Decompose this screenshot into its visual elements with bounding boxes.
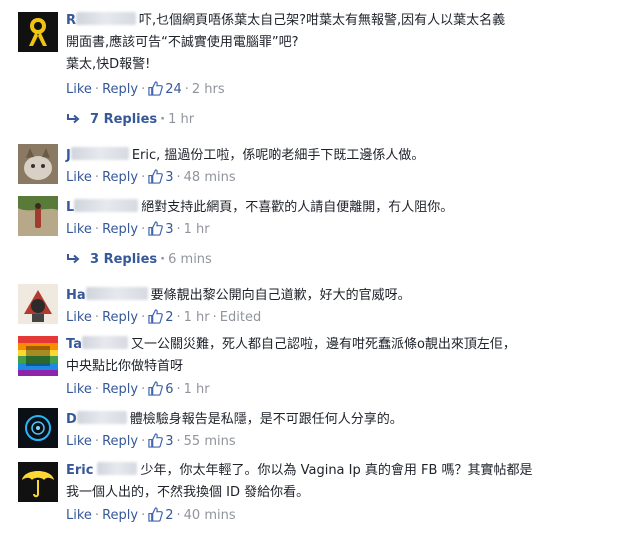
timestamp[interactable]: 1 hr [184,222,210,237]
reply-button[interactable]: Reply [102,170,138,185]
like-button[interactable]: Like [66,170,92,185]
like-count[interactable]: 3 [148,169,174,185]
view-replies-link[interactable]: 7 Replies · 1 hr [66,110,194,130]
comment-actions: Like · Reply · 2 · 40 mins [66,507,236,523]
thumbs-up-icon [148,309,164,324]
comment-text: 我一個人出的，不然我換個 ID 發給你看。 [66,485,310,500]
comment-actions: Like · Reply · 3 · 1 hr [66,221,210,237]
avatar[interactable] [18,462,58,502]
reply-button[interactable]: Reply [102,508,138,523]
comment-text: 要條靚出黎公開向自己道歉，好大的官威呀。 [150,288,411,303]
timestamp[interactable]: 1 hr [184,382,210,397]
avatar[interactable] [18,12,58,52]
comment-text: 少年，你太年輕了。你以為 Vagina Ip 真的會用 FB 嗎？其實帖都是 [140,463,533,478]
like-count[interactable]: 2 [148,309,174,325]
like-count[interactable]: 3 [148,433,174,449]
timestamp: 6 mins [168,252,212,267]
comment-text: 吓,乜個網頁唔係葉太自己架?咁葉太有無報警,因有人以葉太名義 [139,13,506,28]
avatar[interactable] [18,144,58,184]
timestamp[interactable]: 1 hr [184,310,210,325]
comment-actions: Like · Reply · 6 · 1 hr [66,381,210,397]
comment-text: 絕對支持此網頁，不喜歡的人請自便離開，冇人阻你。 [141,200,454,215]
like-count[interactable]: 6 [148,381,174,397]
edited-label[interactable]: Edited [220,310,261,325]
like-count[interactable]: 2 [148,507,174,523]
reply-button[interactable]: Reply [102,222,138,237]
commenter-name[interactable]: D [66,411,130,427]
thumbs-up-icon [148,507,164,522]
commenter-name[interactable]: R [66,12,139,28]
comment-text: Eric, 搵過份工啦，係呢啲老細手下既工邊係人做。 [131,148,425,163]
commenter-name[interactable]: Ta [66,336,131,352]
reply-arrow-icon [67,254,80,264]
thumbs-up-icon [148,81,164,96]
comment-body: Ta 又一公關災難，死人都自己認啦，邊有咁死蠢派條o靚出來頂左佢， 中央點比你做特… [66,334,607,378]
commenter-name[interactable]: Eric [66,462,140,478]
comment-body: Eric 少年，你太年輕了。你以為 Vagina Ip 真的會用 FB 嗎？其實帖… [66,460,607,504]
like-count[interactable]: 24 [148,81,182,97]
timestamp[interactable]: 40 mins [184,508,236,523]
avatar[interactable] [18,408,58,448]
avatar[interactable] [18,284,58,324]
timestamp[interactable]: 55 mins [184,434,236,449]
view-replies-link[interactable]: 3 Replies · 6 mins [66,250,212,270]
timestamp[interactable]: 48 mins [184,170,236,185]
reply-button[interactable]: Reply [102,82,138,97]
avatar[interactable] [18,336,58,376]
timestamp: 1 hr [168,112,195,127]
comment-text: 開面書,應該可告“不誠實使用電腦罪”吧? [66,35,299,50]
comment-text: 葉太,快D報警! [66,57,151,72]
like-button[interactable]: Like [66,508,92,523]
comment-body: J Eric, 搵過份工啦，係呢啲老細手下既工邊係人做。 [66,145,607,167]
reply-button[interactable]: Reply [102,310,138,325]
thumbs-up-icon [148,381,164,396]
comment-body: Ha 要條靚出黎公開向自己道歉，好大的官威呀。 [66,285,607,307]
reply-arrow-icon [67,114,80,124]
comment-body: D 體檢驗身報告是私隱，是不可跟任何人分享的。 [66,409,607,431]
commenter-name[interactable]: J [66,147,132,163]
like-button[interactable]: Like [66,222,92,237]
comment-actions: Like · Reply · 3 · 48 mins [66,169,236,185]
comment-text: 又一公關災難，死人都自己認啦，邊有咁死蠢派條o靚出來頂左佢， [130,337,516,352]
like-count[interactable]: 3 [148,221,174,237]
like-button[interactable]: Like [66,310,92,325]
thumbs-up-icon [148,221,164,236]
reply-button[interactable]: Reply [102,382,138,397]
like-button[interactable]: Like [66,82,92,97]
like-button[interactable]: Like [66,434,92,449]
comment-text: 體檢驗身報告是私隱，是不可跟任何人分享的。 [129,412,403,427]
commenter-name[interactable]: L [66,199,141,215]
reply-button[interactable]: Reply [102,434,138,449]
comment-actions: Like · Reply · 3 · 55 mins [66,433,236,449]
thumbs-up-icon [148,169,164,184]
thumbs-up-icon [148,433,164,448]
like-button[interactable]: Like [66,382,92,397]
comment-actions: Like · Reply · 24 · 2 hrs [66,81,225,97]
comment-actions: Like · Reply · 2 · 1 hr · Edited [66,309,262,325]
commenter-name[interactable]: Ha [66,287,151,303]
comment-text: 中央點比你做特首呀 [66,359,184,374]
avatar[interactable] [18,196,58,236]
timestamp[interactable]: 2 hrs [192,82,225,97]
comment-body: R 吓,乜個網頁唔係葉太自己架?咁葉太有無報警,因有人以葉太名義 開面書,應該可告… [66,10,607,76]
comment-body: L 絕對支持此網頁，不喜歡的人請自便離開，冇人阻你。 [66,197,607,219]
